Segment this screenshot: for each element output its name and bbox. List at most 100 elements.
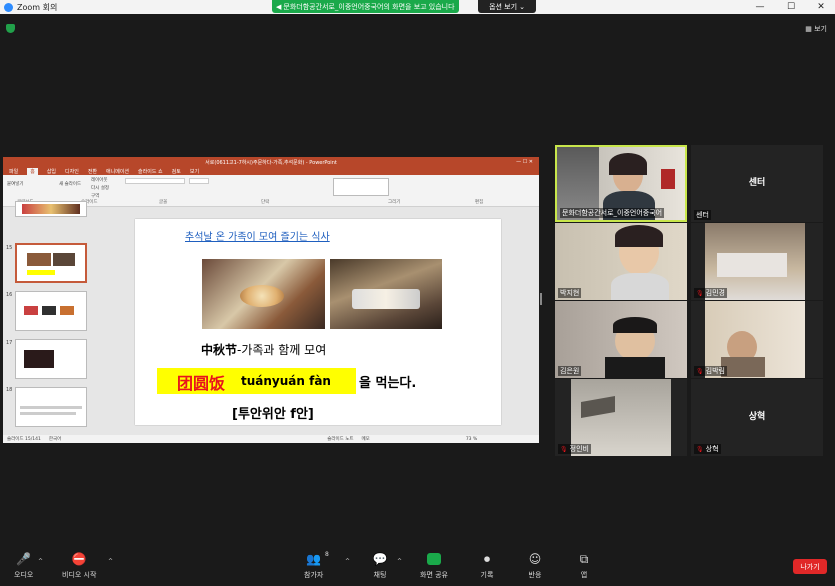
video-tile[interactable]: 김은원 xyxy=(555,301,687,378)
audio-button[interactable]: 🎤 오디오 xyxy=(14,552,33,580)
slide-title: 추석날 온 가족이 모여 즐기는 식사 xyxy=(185,232,330,243)
family-table-photo xyxy=(330,259,442,329)
share-screen-button[interactable]: 화면 공유 xyxy=(420,552,448,580)
reset-button[interactable]: 다시 설정 xyxy=(91,185,109,191)
video-tile[interactable]: 🎙 김박림 xyxy=(691,301,823,378)
screen-share-banner: ◀ 문화더함공간서로_이중언어중국어의 화면을 보고 있습니다 xyxy=(272,0,459,13)
share-screen-icon xyxy=(426,552,442,566)
reactions-button[interactable]: ☺ 반응 xyxy=(527,552,543,580)
chat-button[interactable]: 💬 채팅 xyxy=(372,552,388,580)
video-tile[interactable]: 🎙 김민경 xyxy=(691,223,823,300)
video-options-caret-icon[interactable]: ^ xyxy=(108,558,113,565)
meeting-toolbar: 🎤 오디오 ^ ⛔ 비디오 시작 ^ 👥 참가자 8 ^ 💬 채팅 ^ 화면 공… xyxy=(0,548,835,586)
video-tile[interactable]: 🎙 정인비 xyxy=(555,379,687,456)
record-button[interactable]: ⏺ 기록 xyxy=(479,552,495,580)
chat-icon: 💬 xyxy=(372,552,388,566)
pronunciation-text: [투안위안 f안] xyxy=(232,407,314,422)
slide-number: 15 xyxy=(6,245,13,251)
participants-caret-icon[interactable]: ^ xyxy=(345,558,350,565)
muted-mic-icon: 🎙 xyxy=(696,445,704,453)
reactions-label: 반응 xyxy=(528,571,542,579)
ppt-status-bar: 슬라이드 15/141 한국어 슬라이드 노트 메모 73 % xyxy=(3,435,539,443)
video-tile[interactable]: 센터 센터 xyxy=(691,145,823,222)
new-slide-button[interactable]: 새 슬라이드 xyxy=(59,181,81,187)
notes-button[interactable]: 슬라이드 노트 xyxy=(327,436,353,442)
ppt-workspace: 15 16 17 18 추석날 온 가족이 모여 즐기는 식사 中秋节-가족과 … xyxy=(3,201,539,435)
ppt-tab[interactable]: 홈 xyxy=(27,167,38,175)
muted-mic-icon: 🎙 xyxy=(696,367,704,375)
ppt-title: 서로(0611고1-7하시)주문하다-가족,추석문화) - PowerPoint xyxy=(205,159,337,166)
ppt-tab[interactable]: 파일 xyxy=(9,168,18,175)
reunion-dinner-chinese: 团圆饭 xyxy=(177,374,226,393)
view-options-button[interactable]: 옵션 보기 ⌄ xyxy=(478,0,536,13)
participant-name: 박지현 xyxy=(558,288,582,298)
slide-thumbnail-pane[interactable]: 15 16 17 18 xyxy=(3,201,91,435)
participant-name: 센터 xyxy=(694,210,711,220)
muted-mic-icon: 🎙 xyxy=(560,445,568,453)
eat-text: 을 먹는다. xyxy=(359,376,417,391)
language-status: 한국어 xyxy=(48,437,62,442)
video-tile[interactable]: 박지현 xyxy=(555,223,687,300)
window-title: Zoom 회의 xyxy=(17,2,58,12)
ppt-tab[interactable]: 보기 xyxy=(190,168,199,175)
slide-thumbnail[interactable] xyxy=(15,291,87,331)
slide-thumbnail[interactable] xyxy=(15,387,87,427)
slide-thumbnail[interactable] xyxy=(15,339,87,379)
layout-button[interactable]: 레이아웃 xyxy=(91,177,108,183)
font-name-box[interactable] xyxy=(125,178,185,184)
ppt-tab[interactable]: 슬라이드 쇼 xyxy=(138,168,163,175)
panel-resize-handle[interactable] xyxy=(540,293,542,305)
minimize-icon[interactable]: — xyxy=(745,0,775,14)
font-size-box[interactable] xyxy=(189,178,209,184)
muted-mic-icon: 🎙 xyxy=(696,289,704,297)
participants-label: 참가자 xyxy=(304,571,324,579)
ribbon-group-label: 단락 xyxy=(261,200,270,205)
apps-button[interactable]: ⧉ 앱 xyxy=(576,552,592,580)
chevron-down-icon: ⌄ xyxy=(519,2,525,11)
start-video-button[interactable]: ⛔ 비디오 시작 xyxy=(62,552,96,580)
ppt-tab[interactable]: 디자인 xyxy=(65,168,79,175)
record-label: 기록 xyxy=(480,571,494,579)
current-slide[interactable]: 추석날 온 가족이 모여 즐기는 식사 中秋节-가족과 함께 모여 团圆饭 tu… xyxy=(135,219,501,425)
slide-thumbnail[interactable] xyxy=(15,201,87,217)
ppt-window-controls: — ☐ ✕ xyxy=(516,159,533,165)
comments-button[interactable]: 메모 xyxy=(362,436,370,442)
video-label: 비디오 시작 xyxy=(62,571,97,579)
ppt-tab[interactable]: 애니메이션 xyxy=(106,168,129,175)
participants-icon: 👥 xyxy=(306,552,322,566)
close-icon[interactable]: ✕ xyxy=(806,0,835,14)
chat-caret-icon[interactable]: ^ xyxy=(397,558,402,565)
ppt-tab[interactable]: 삽입 xyxy=(47,168,56,175)
shapes-gallery[interactable] xyxy=(333,178,389,196)
participant-name-center: 상혁 xyxy=(748,412,766,422)
participant-name: 🎙 김민경 xyxy=(694,288,727,298)
reactions-icon: ☺ xyxy=(528,552,542,566)
chat-label: 채팅 xyxy=(373,571,387,579)
view-options-label: 옵션 보기 xyxy=(489,2,518,11)
slide-number: 16 xyxy=(6,292,13,298)
ppt-tab[interactable]: 전환 xyxy=(88,168,97,175)
shared-screen[interactable]: 서로(0611고1-7하시)주문하다-가족,추석문화) - PowerPoint… xyxy=(3,157,539,443)
grid-icon: ▦ xyxy=(805,25,812,33)
audio-label: 오디오 xyxy=(14,571,34,579)
apps-label: 앱 xyxy=(580,571,588,579)
ppt-tab[interactable]: 검토 xyxy=(172,168,181,175)
ppt-title-bar: 서로(0611고1-7하시)주문하다-가족,추석문화) - PowerPoint… xyxy=(3,157,539,167)
zoom-window: Zoom 회의 ◀ 문화더함공간서로_이중언어중국어의 화면을 보고 있습니다 … xyxy=(0,0,835,586)
zoom-level[interactable]: 73 % xyxy=(466,437,477,442)
share-label: 화면 공유 xyxy=(420,571,448,579)
maximize-icon[interactable]: ☐ xyxy=(776,0,806,14)
leave-button[interactable]: 나가기 xyxy=(793,559,827,574)
video-tile[interactable]: 상혁 🎙 상혁 xyxy=(691,379,823,456)
encryption-shield-icon[interactable] xyxy=(6,24,15,33)
slide-thumbnail-selected[interactable] xyxy=(15,243,87,283)
view-button[interactable]: ▦ 보기 xyxy=(805,24,827,34)
audio-options-caret-icon[interactable]: ^ xyxy=(38,558,43,565)
participants-count: 8 xyxy=(325,551,329,558)
participants-button[interactable]: 👥 참가자 xyxy=(304,552,323,580)
video-tile[interactable]: 문화더함공간서로_이중언어중국어 xyxy=(555,145,687,222)
participant-name: 🎙 상혁 xyxy=(694,444,721,454)
paste-button[interactable]: 붙여넣기 xyxy=(7,181,24,187)
participant-name: 🎙 정인비 xyxy=(558,444,591,454)
record-icon: ⏺ xyxy=(483,551,490,566)
